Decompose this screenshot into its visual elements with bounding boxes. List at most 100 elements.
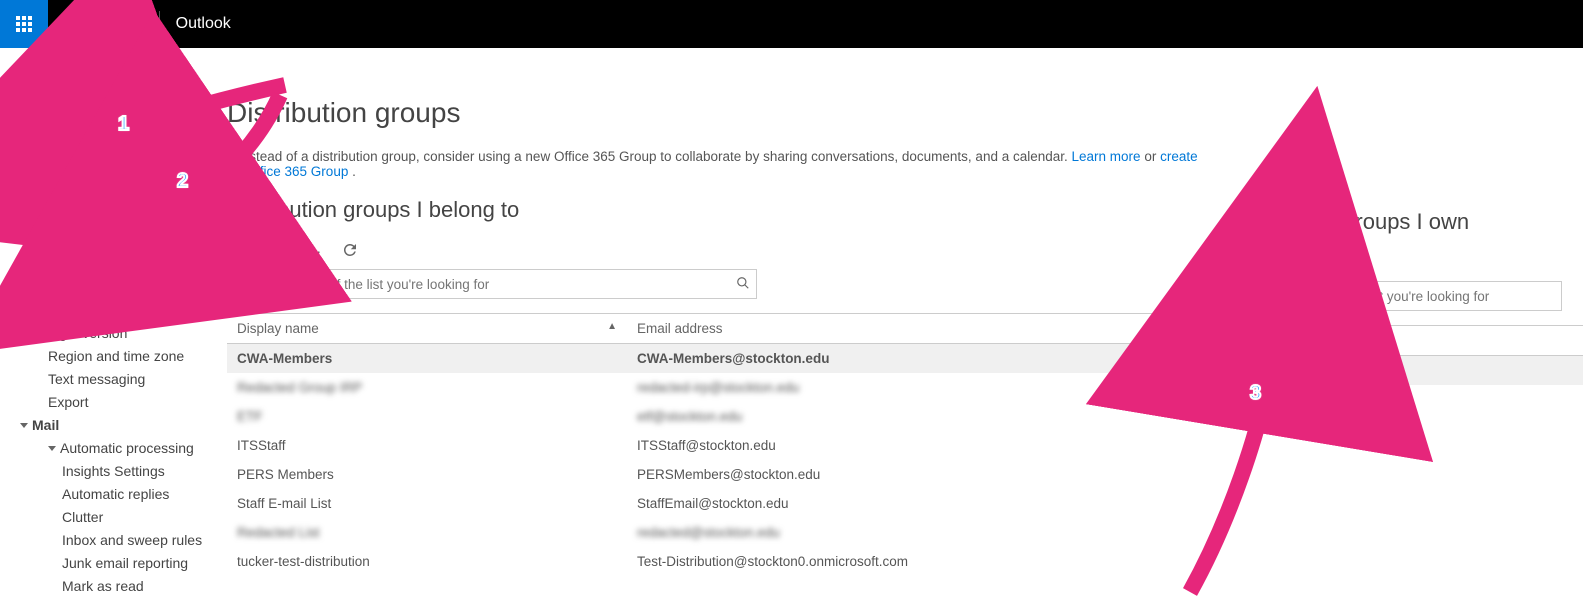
leave-button[interactable] <box>303 241 321 259</box>
brand-label[interactable]: Office 365 <box>70 15 143 33</box>
own-heading: Distribution groups I own <box>1227 209 1583 235</box>
belong-toolbar <box>227 241 1207 259</box>
sidebar-item-inbox-rules[interactable]: Inbox and sweep rules <box>0 528 215 551</box>
sidebar-mail-label: Mail <box>32 417 59 433</box>
cell-name: Staff E-mail List <box>227 489 627 518</box>
table-row[interactable]: tucker-test-distribution <box>1227 356 1583 386</box>
table-row[interactable]: Staff E-mail ListStaffEmail@stockton.edu <box>227 489 1207 518</box>
sidebar-item-manage-addins[interactable]: Manage add-ins <box>0 229 215 252</box>
sidebar-item-insights[interactable]: Insights Settings <box>0 459 215 482</box>
sidebar-general-label: General <box>32 118 84 134</box>
sidebar-item-region-timezone[interactable]: Region and time zone <box>0 344 215 367</box>
caret-down-icon <box>20 423 28 428</box>
pencil-icon <box>1265 253 1283 271</box>
cell-name: CWA-Members <box>227 344 627 374</box>
edit-button[interactable] <box>227 241 245 259</box>
own-toolbar <box>1227 253 1583 271</box>
col-email[interactable]: Email address <box>627 314 1207 344</box>
own-search-input[interactable] <box>1228 289 1561 304</box>
cell-name: PERS Members <box>227 460 627 489</box>
own-table: Display name tucker-test-distribution <box>1227 325 1583 385</box>
bullet-icon <box>227 155 232 160</box>
table-row[interactable]: ITSStaffITSStaff@stockton.edu <box>227 431 1207 460</box>
refresh-button[interactable] <box>341 241 359 259</box>
sidebar-automatic-processing[interactable]: Automatic processing <box>0 436 215 459</box>
info-text: Instead of a distribution group, conside… <box>238 149 1072 164</box>
back-button[interactable] <box>10 61 32 83</box>
cell-email: etf@stockton.edu <box>627 402 1207 431</box>
sidebar-item-export[interactable]: Export <box>0 390 215 413</box>
sidebar-item-keyboard-shortcuts[interactable]: Keyboard shortcuts <box>0 206 215 229</box>
edit-button[interactable] <box>1265 253 1283 271</box>
table-row[interactable]: CWA-MembersCWA-Members@stockton.edu <box>227 344 1207 374</box>
add-button[interactable] <box>1227 253 1245 271</box>
cell-name: tucker-test-distribution <box>227 547 627 576</box>
app-name-label[interactable]: Outlook <box>176 15 231 33</box>
sidebar-auto-proc-label: Automatic processing <box>60 440 194 456</box>
sort-asc-icon: ▲ <box>607 321 617 332</box>
app-launcher-button[interactable] <box>0 0 48 48</box>
sidebar-mail[interactable]: Mail <box>0 413 215 436</box>
cell-name: Redacted List <box>227 518 627 547</box>
table-row[interactable]: Redacted Group IRPredacted-irp@stockton.… <box>227 373 1207 402</box>
sidebar-item-mark-read[interactable]: Mark as read <box>0 574 215 597</box>
cell-name: ITSStaff <box>227 431 627 460</box>
sidebar-item-clutter[interactable]: Clutter <box>0 505 215 528</box>
sidebar-general[interactable]: General <box>0 114 215 137</box>
options-header: Options <box>0 48 1583 91</box>
info-post: . <box>348 164 356 179</box>
options-label: Options <box>38 60 107 83</box>
sidebar-item-light-version[interactable]: Light version <box>0 321 215 344</box>
trash-icon <box>1303 253 1321 271</box>
sidebar-item-offline-settings[interactable]: Offline settings <box>0 275 215 298</box>
table-row[interactable]: PERS MembersPERSMembers@stockton.edu <box>227 460 1207 489</box>
cell-name: ETF <box>227 402 627 431</box>
sidebar-shortcuts[interactable]: Shortcuts <box>0 91 215 114</box>
belong-search[interactable] <box>227 269 757 299</box>
cell-email: redacted-irp@stockton.edu <box>627 373 1207 402</box>
sidebar-item-auto-replies[interactable]: Automatic replies <box>0 482 215 505</box>
cell-email: redacted@stockton.edu <box>627 518 1207 547</box>
sidebar-item-text-messaging[interactable]: Text messaging <box>0 367 215 390</box>
belong-heading: Distribution groups I belong to <box>227 197 1207 223</box>
annotation-2: 2 <box>177 170 188 193</box>
sidebar-item-junk[interactable]: Junk email reporting <box>0 551 215 574</box>
info-line: Instead of a distribution group, conside… <box>227 149 1207 179</box>
learn-more-link[interactable]: Learn more <box>1072 149 1141 164</box>
search-icon[interactable] <box>730 276 756 293</box>
cell-email: CWA-Members@stockton.edu <box>627 344 1207 374</box>
top-bar: Office 365 Outlook <box>0 0 1583 48</box>
caret-down-icon <box>48 446 56 451</box>
cell-email: Test-Distribution@stockton0.onmicrosoft.… <box>627 547 1207 576</box>
sidebar-item-my-account[interactable]: My account <box>0 137 215 160</box>
plus-icon <box>1227 253 1245 271</box>
group-add-icon <box>265 241 283 259</box>
group-remove-icon <box>303 241 321 259</box>
pencil-icon <box>227 241 245 259</box>
table-row[interactable]: ETFetf@stockton.edu <box>227 402 1207 431</box>
main-content: Distribution groups Instead of a distrib… <box>215 91 1583 604</box>
col-display-name[interactable]: Display name▲ <box>227 314 627 344</box>
refresh-icon <box>341 241 359 259</box>
table-row[interactable]: tucker-test-distributionTest-Distributio… <box>227 547 1207 576</box>
join-button[interactable] <box>265 241 283 259</box>
sidebar-item-accessibility-settings[interactable]: Accessibility settings <box>0 298 215 321</box>
options-sidebar: Shortcuts General My account Change them… <box>0 91 215 604</box>
own-search[interactable] <box>1227 281 1562 311</box>
col-display-name[interactable]: Display name <box>1227 326 1583 356</box>
cell-name: tucker-test-distribution <box>1227 356 1583 386</box>
brand-separator <box>159 11 160 37</box>
caret-down-icon <box>20 124 28 129</box>
table-row[interactable]: Redacted Listredacted@stockton.edu <box>227 518 1207 547</box>
belong-search-input[interactable] <box>228 277 730 292</box>
sidebar-item-mobile-devices[interactable]: Mobile devices <box>0 252 215 275</box>
annotation-1: 1 <box>118 113 129 136</box>
page-title: Distribution groups <box>227 97 1207 129</box>
refresh-icon <box>1341 253 1359 271</box>
waffle-icon <box>16 16 32 32</box>
cell-name: Redacted Group IRP <box>227 373 627 402</box>
cell-email: StaffEmail@stockton.edu <box>627 489 1207 518</box>
delete-button[interactable] <box>1303 253 1321 271</box>
refresh-button[interactable] <box>1341 253 1359 271</box>
cell-email: ITSStaff@stockton.edu <box>627 431 1207 460</box>
